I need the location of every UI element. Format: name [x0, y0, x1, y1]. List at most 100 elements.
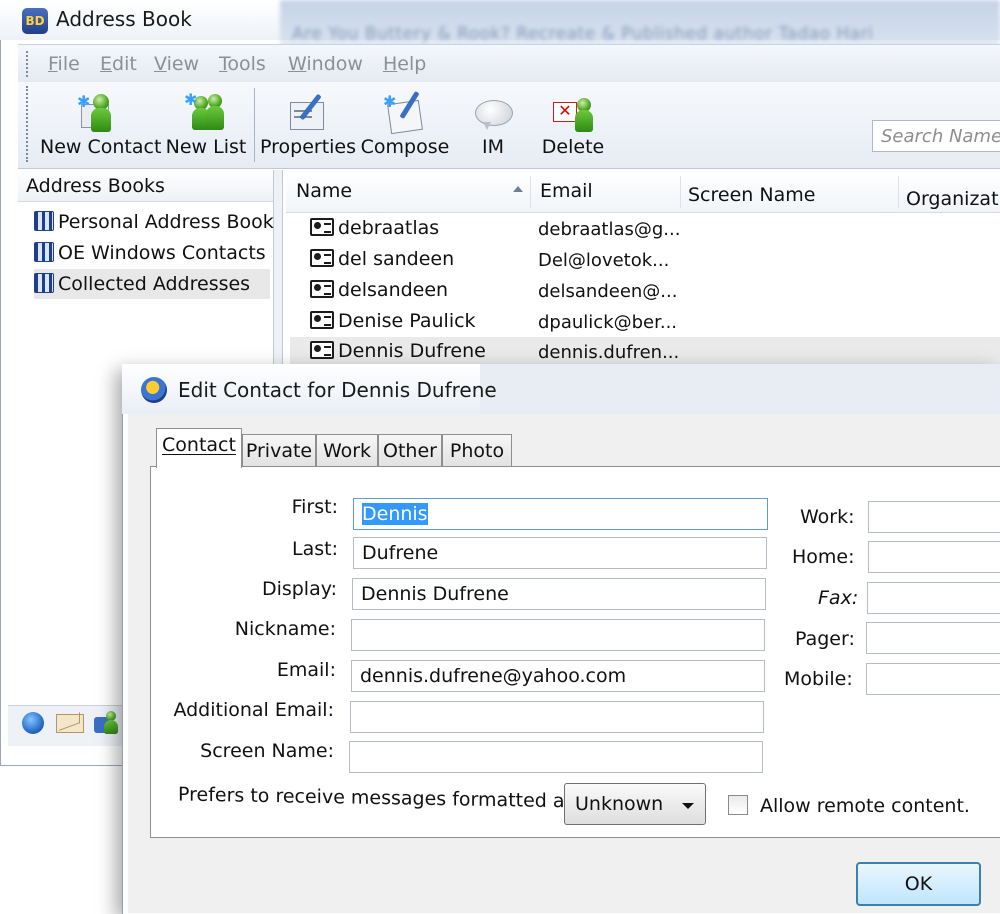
screen-name-field[interactable] — [349, 741, 763, 773]
menu-view[interactable]: View — [154, 53, 199, 75]
tab-label: Work — [322, 440, 372, 462]
nickname-label: Nickname: — [234, 618, 336, 640]
tab-private[interactable]: Private — [242, 434, 316, 466]
contact-email: dennis.dufren... — [538, 342, 680, 363]
book-oe-windows-contacts[interactable]: OE Windows Contacts — [34, 238, 270, 268]
column-screen-name[interactable]: Screen Name — [688, 184, 815, 206]
toolbar-grip[interactable] — [26, 86, 32, 162]
book-label: Personal Address Book — [58, 211, 274, 233]
sort-ascending-icon — [513, 186, 523, 192]
nickname-field[interactable] — [351, 619, 765, 651]
table-row[interactable]: del sandeen Del@lovetok... — [290, 245, 1000, 276]
screen-name-label: Screen Name: — [200, 740, 334, 762]
mail-icon[interactable] — [56, 714, 84, 733]
compose-button[interactable]: ✱ Compose — [360, 82, 450, 166]
menu-window[interactable]: Window — [288, 53, 363, 75]
menu-grip[interactable] — [26, 51, 32, 77]
book-label: Collected Addresses — [58, 273, 251, 295]
column-email[interactable]: Email — [540, 180, 593, 202]
contact-email: delsandeen@... — [538, 281, 678, 302]
mobile-label: Mobile: — [784, 668, 853, 690]
blurred-title-text: Are You Buttery & Rook? Recreate & Publi… — [292, 24, 874, 44]
work-phone-field[interactable] — [868, 501, 1000, 533]
additional-email-label: Additional Email: — [173, 699, 334, 721]
delete-icon: ✕ — [549, 90, 597, 134]
tab-work[interactable]: Work — [316, 434, 378, 466]
contact-email: Del@lovetok... — [538, 250, 670, 271]
column-organization[interactable]: Organizati — [906, 188, 1000, 210]
column-name[interactable]: Name — [296, 180, 352, 202]
table-row[interactable]: delsandeen delsandeen@... — [290, 276, 1000, 307]
menu-bar: File Edit View Tools Window Help — [18, 44, 1000, 84]
first-name-field[interactable]: Dennis — [353, 498, 768, 530]
compose-label: Compose — [360, 136, 450, 158]
table-row[interactable]: Denise Paulick dpaulick@ber... — [290, 307, 1000, 338]
menu-help[interactable]: Help — [383, 53, 426, 75]
last-name-field[interactable]: Dufrene — [353, 537, 767, 569]
tab-label: Other — [383, 440, 437, 462]
chat-bubble-icon — [469, 90, 517, 134]
new-list-icon: ✱ — [182, 90, 230, 134]
menu-file[interactable]: File — [48, 53, 80, 75]
delete-button[interactable]: ✕ Delete — [536, 82, 610, 166]
fax-label: Fax: — [818, 587, 859, 609]
dialog-title: Edit Contact for Dennis Dufrene — [178, 378, 497, 402]
ok-button[interactable]: OK — [856, 862, 981, 906]
pane-splitter[interactable] — [274, 170, 283, 370]
home-phone-field[interactable] — [868, 541, 1000, 573]
properties-icon — [284, 90, 332, 134]
tab-label: Private — [245, 440, 313, 462]
new-contact-icon: ✱ — [75, 90, 123, 134]
tab-other[interactable]: Other — [378, 434, 442, 466]
new-contact-button[interactable]: ✱ New Contact — [40, 82, 161, 166]
tab-photo[interactable]: Photo — [442, 434, 512, 466]
new-list-label: New List — [165, 136, 247, 158]
menu-tools[interactable]: Tools — [219, 53, 266, 75]
contact-name: delsandeen — [338, 279, 449, 301]
contact-card-icon — [310, 280, 334, 298]
window-title: Address Book — [56, 7, 192, 31]
email-field[interactable]: dennis.dufrene@yahoo.com — [351, 660, 765, 692]
book-label: OE Windows Contacts — [58, 242, 266, 264]
contact-name: Denise Paulick — [338, 310, 476, 332]
properties-label: Properties — [260, 136, 357, 158]
contact-name: del sandeen — [338, 248, 455, 270]
last-name-label: Last: — [292, 538, 338, 560]
book-collected-addresses[interactable]: Collected Addresses — [34, 269, 270, 299]
home-phone-label: Home: — [792, 546, 855, 568]
work-phone-label: Work: — [800, 506, 855, 528]
fax-field[interactable] — [867, 582, 1000, 614]
column-divider[interactable] — [898, 176, 899, 208]
menu-edit[interactable]: Edit — [100, 53, 137, 75]
contact-name: Dennis Dufrene — [338, 340, 486, 362]
mobile-field[interactable] — [866, 663, 1000, 695]
globe-icon[interactable] — [22, 712, 44, 734]
allow-remote-checkbox[interactable] — [728, 795, 748, 815]
additional-email-field[interactable] — [350, 701, 764, 733]
pager-field[interactable] — [866, 622, 1000, 654]
tab-contact[interactable]: Contact — [156, 428, 242, 468]
column-divider[interactable] — [530, 176, 531, 208]
address-book-small-icon[interactable] — [94, 711, 120, 735]
address-book-icon — [34, 273, 54, 293]
im-button[interactable]: IM — [466, 82, 520, 166]
address-books-header: Address Books — [18, 170, 273, 202]
search-input[interactable]: Search Name — [872, 120, 1000, 152]
book-personal-address-book[interactable]: Personal Address Book — [34, 207, 274, 237]
tab-label: Photo — [449, 440, 505, 462]
first-name-label: First: — [291, 496, 338, 518]
column-divider[interactable] — [680, 176, 681, 208]
new-list-button[interactable]: ✱ New List — [164, 82, 248, 166]
chevron-down-icon — [682, 803, 694, 809]
contact-card-icon — [310, 249, 334, 267]
address-book-icon: BD — [22, 8, 48, 34]
contact-card-icon — [310, 311, 334, 329]
contact-email: debraatlas@g... — [538, 219, 681, 240]
toolbar-separator — [254, 88, 255, 162]
delete-label: Delete — [541, 136, 605, 158]
contact-name: debraatlas — [338, 217, 440, 239]
properties-button[interactable]: Properties — [260, 82, 356, 166]
display-name-field[interactable]: Dennis Dufrene — [352, 578, 766, 610]
im-label: IM — [482, 136, 504, 158]
table-row[interactable]: debraatlas debraatlas@g... — [290, 214, 1000, 245]
